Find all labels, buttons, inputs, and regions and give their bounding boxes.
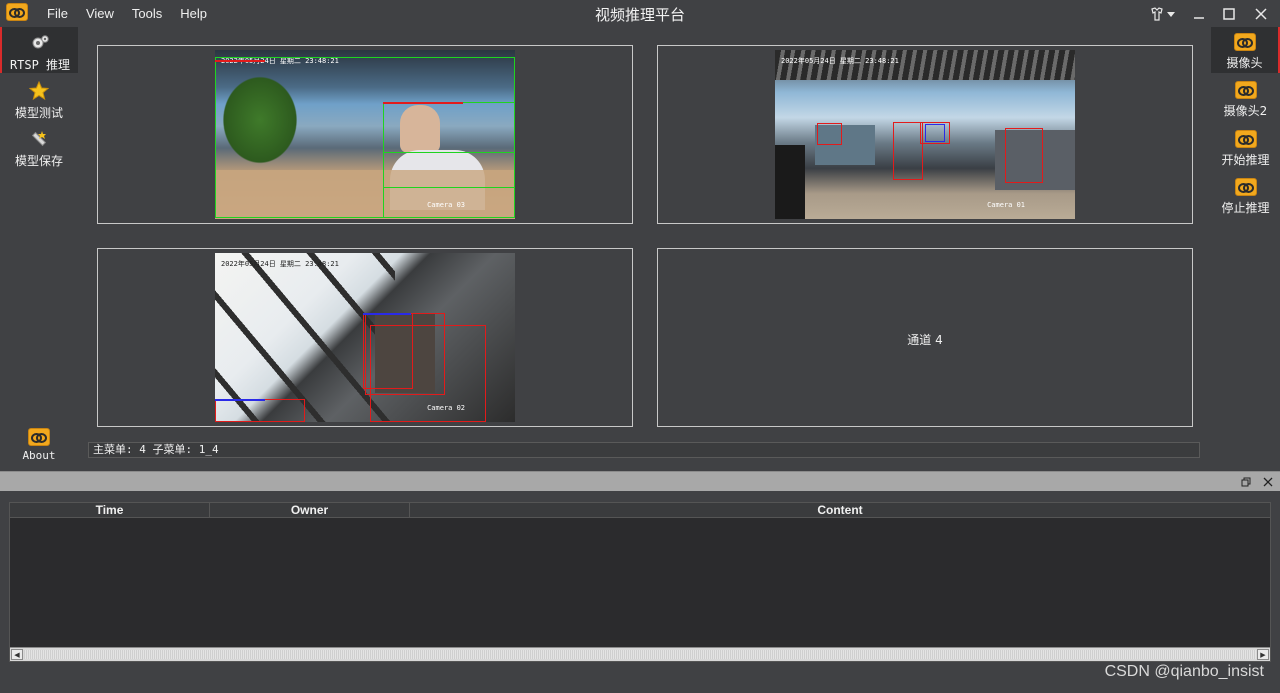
star-icon	[28, 80, 50, 101]
close-icon[interactable]	[1260, 474, 1276, 490]
left-navigation: RTSP 推理 模型测试 模型保存 About	[0, 27, 78, 470]
menu-view[interactable]: View	[77, 0, 123, 27]
column-header-owner[interactable]: Owner	[210, 503, 410, 517]
title-bar: File View Tools Help 视频推理平台	[0, 0, 1280, 27]
scroll-right-icon[interactable]: ▶	[1257, 649, 1269, 660]
video-timestamp: 2022年05月24日 星期二 23:48:21	[781, 57, 899, 65]
detection-box	[363, 313, 413, 389]
nav-item-model-save[interactable]: 模型保存	[0, 123, 78, 169]
right-nav-camera2[interactable]: 摄像头2	[1211, 75, 1280, 121]
video-channel-3[interactable]: 2022年05月24日 星期二 23:48:21 Camera 02	[97, 248, 633, 427]
watermark: CSDN @qianbo_insist	[1104, 663, 1264, 680]
detection-box	[215, 60, 265, 62]
video-frame-1: 2022年05月24日 星期二 23:48:21 Camera 03	[215, 50, 515, 219]
restore-icon[interactable]	[1238, 474, 1254, 490]
nav-item-label: About	[22, 449, 56, 462]
scrollbar-track[interactable]	[24, 650, 1256, 659]
detection-box	[363, 313, 411, 315]
log-table-header: Time Owner Content	[10, 503, 1270, 518]
nav-item-about[interactable]: About	[0, 422, 78, 468]
video-frame-3: 2022年05月24日 星期二 23:48:21 Camera 02	[215, 253, 515, 422]
video-channel-2[interactable]: 2022年05月24日 星期二 23:48:21 Camera 01	[657, 45, 1193, 224]
detection-box	[925, 124, 945, 142]
logo-icon	[28, 428, 50, 446]
detection-box	[215, 399, 305, 422]
camera-tag: Camera 01	[987, 201, 1025, 209]
video-channel-1[interactable]: 2022年05月24日 星期二 23:48:21 Camera 03	[97, 45, 633, 224]
right-nav-start-inference[interactable]: 开始推理	[1211, 124, 1280, 170]
nav-item-label: 模型测试	[14, 106, 63, 120]
menu-file[interactable]: File	[38, 0, 77, 27]
video-timestamp: 2022年05月24日 星期二 23:48:21	[221, 260, 339, 268]
right-nav-label: 摄像头2	[1223, 104, 1268, 118]
logo-icon	[1233, 33, 1256, 51]
horizontal-scrollbar[interactable]: ◀ ▶	[10, 647, 1270, 661]
logo-icon	[1234, 81, 1257, 99]
nav-item-label: 模型保存	[14, 154, 63, 168]
detection-box	[383, 102, 463, 104]
nav-item-label: RTSP 推理	[9, 58, 71, 72]
minimize-icon[interactable]	[1182, 0, 1216, 27]
menu-help[interactable]: Help	[171, 0, 216, 27]
app-logo-icon	[6, 3, 28, 21]
menu-tools[interactable]: Tools	[123, 0, 171, 27]
nav-item-rtsp[interactable]: RTSP 推理	[0, 27, 78, 73]
column-header-time[interactable]: Time	[10, 503, 210, 517]
video-channel-4[interactable]: 通道 4	[657, 248, 1193, 427]
gear-icon	[30, 33, 50, 53]
scroll-left-icon[interactable]: ◀	[11, 649, 23, 660]
logo-icon	[1234, 130, 1257, 148]
detection-box	[215, 399, 265, 401]
skin-shirt-icon[interactable]	[1142, 0, 1182, 27]
right-nav-label: 摄像头	[1226, 56, 1263, 70]
right-nav-stop-inference[interactable]: 停止推理	[1211, 172, 1280, 218]
log-table[interactable]: Time Owner Content ◀ ▶	[9, 502, 1271, 662]
detection-box	[383, 152, 515, 218]
wand-icon	[29, 129, 49, 149]
status-bar: 主菜单: 4 子菜单: 1_4	[88, 442, 1200, 458]
nav-item-model-test[interactable]: 模型测试	[0, 75, 78, 121]
column-header-content[interactable]: Content	[410, 503, 1270, 517]
right-nav-label: 开始推理	[1221, 153, 1270, 167]
logo-icon	[1234, 178, 1257, 196]
menu-bar: File View Tools Help	[38, 0, 216, 27]
dock-splitter[interactable]	[0, 471, 1280, 491]
close-icon[interactable]	[1242, 0, 1280, 27]
video-frame-2: 2022年05月24日 星期二 23:48:21 Camera 01	[775, 50, 1075, 219]
right-nav-label: 停止推理	[1221, 201, 1270, 215]
right-nav-camera[interactable]: 摄像头	[1211, 27, 1280, 73]
detection-box	[817, 123, 842, 145]
channel-label: 通道 4	[907, 333, 943, 347]
maximize-icon[interactable]	[1216, 0, 1242, 27]
detection-box	[1005, 128, 1043, 183]
detection-box	[893, 122, 923, 180]
